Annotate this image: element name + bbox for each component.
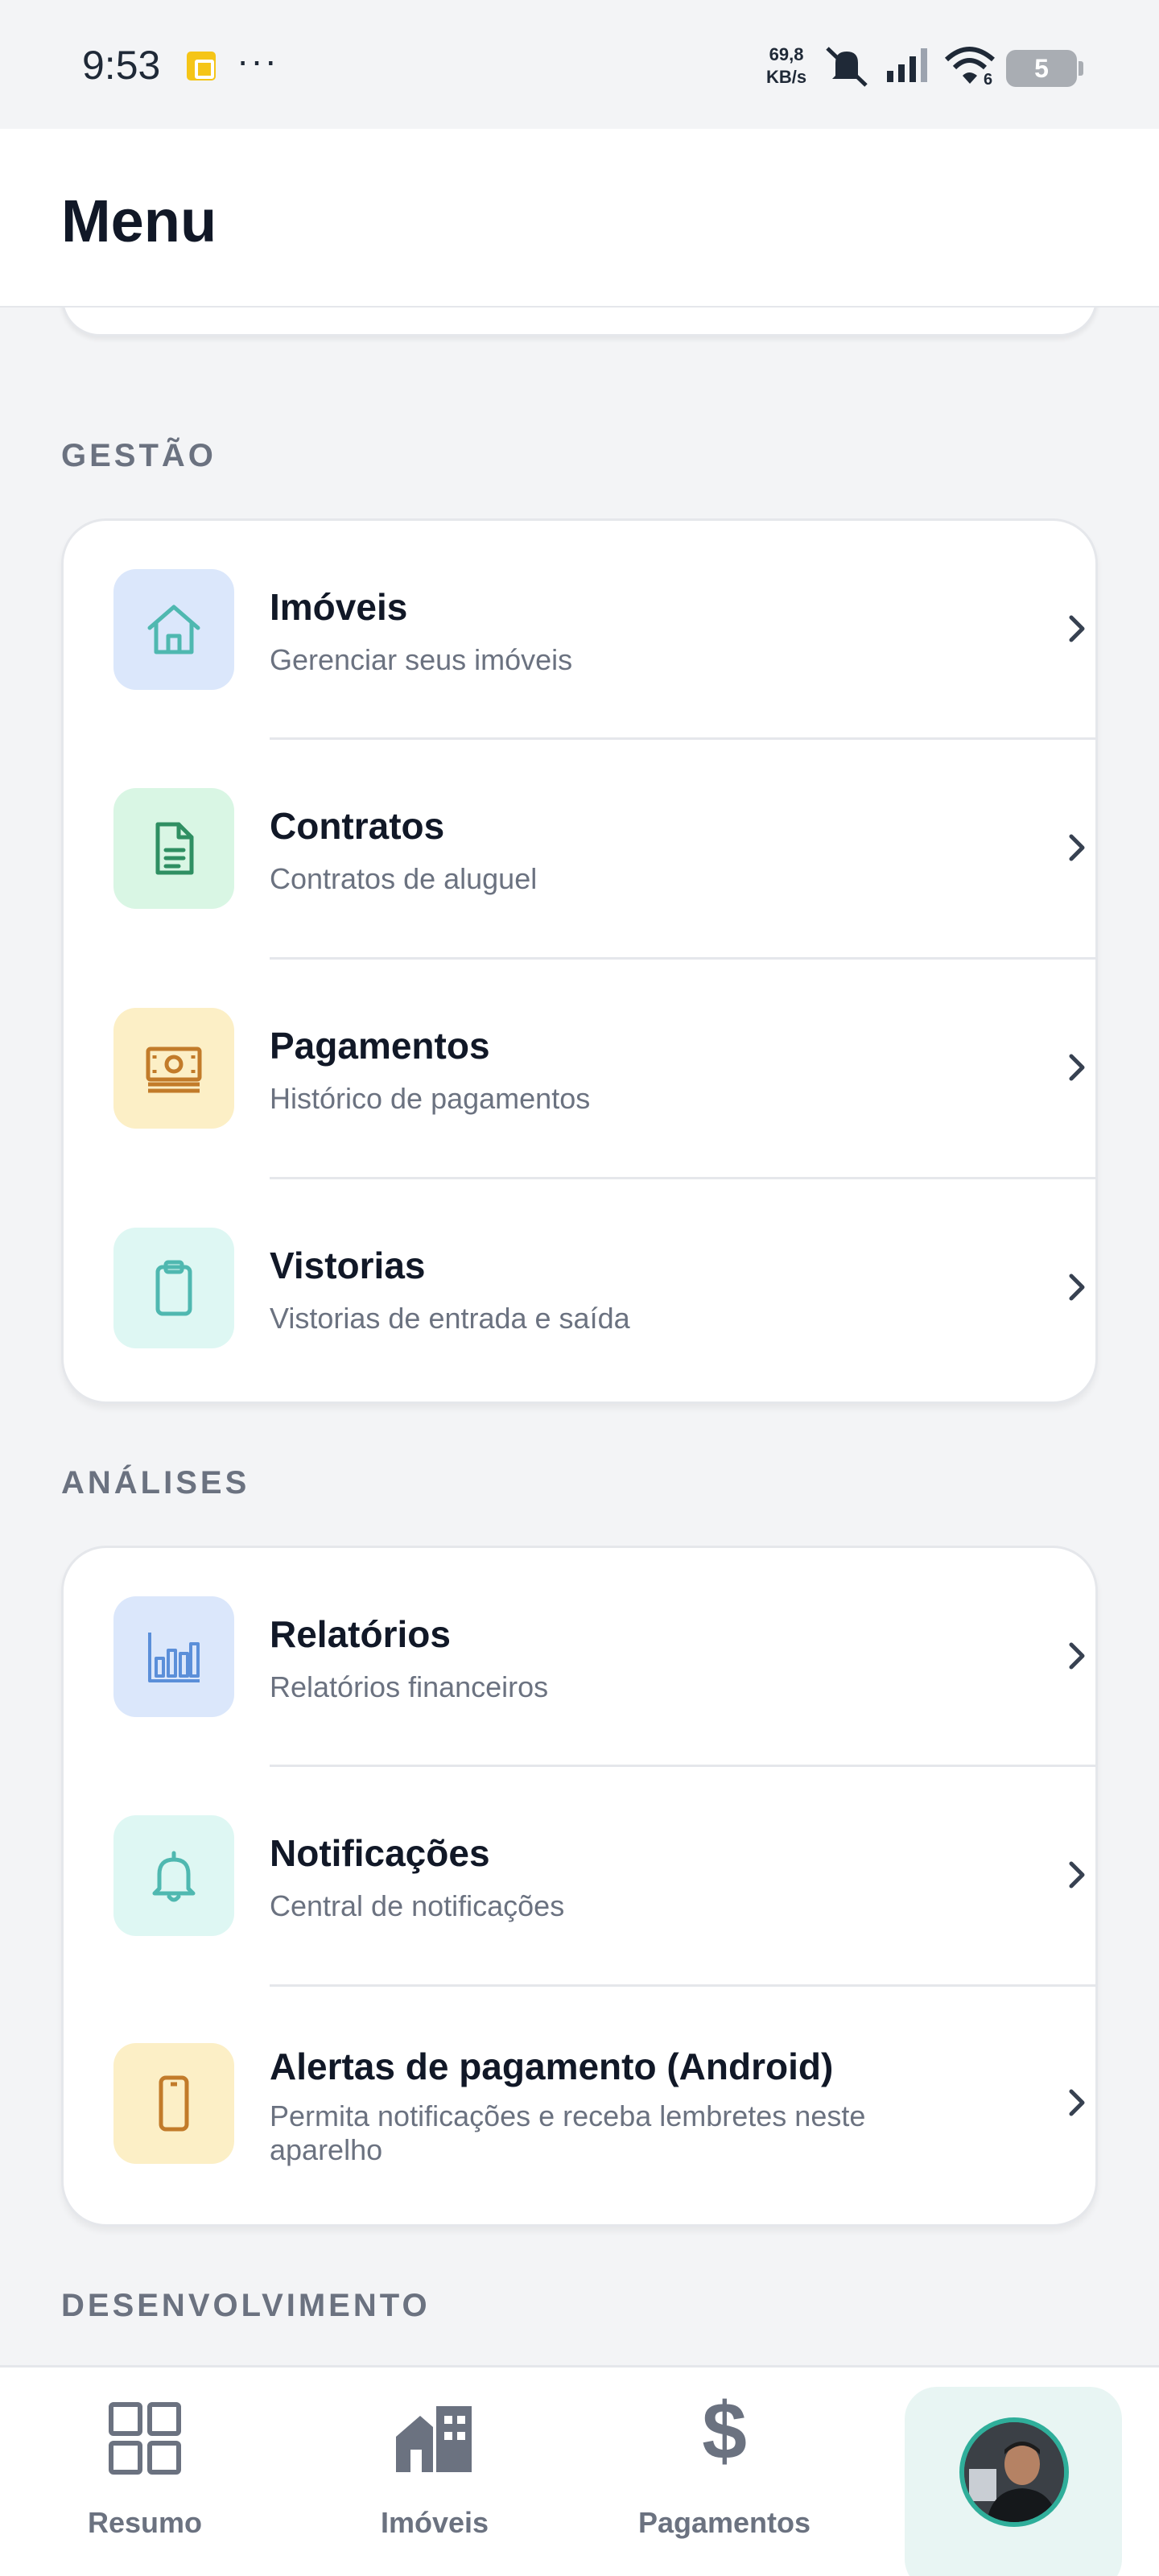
page-title: Menu [61,188,217,254]
signal-icon [887,48,927,82]
more-notifications-icon: ··· [237,39,278,81]
nav-tab-imoveis[interactable]: Imóveis [338,2368,531,2576]
menu-item-contratos[interactable]: Contratos Contratos de aluguel [64,740,1095,960]
chevron-right-icon [1069,1642,1085,1670]
clipboard-icon [113,1228,234,1348]
menu-item-vistorias[interactable]: Vistorias Vistorias de entrada e saída [64,1179,1095,1402]
chevron-right-icon [1069,1274,1085,1301]
bell-icon [113,1815,234,1936]
status-bar: 9:53 ··· 69,8 KB/s 6 5 [0,0,1159,129]
app-header: Menu [0,129,1159,308]
chevron-right-icon [1069,615,1085,642]
grid-icon [109,2402,181,2475]
card-analises: Relatórios Relatórios financeiros Notifi… [61,1546,1098,2227]
section-title-desenvolvimento: DESENVOLVIMENTO [61,2288,431,2323]
document-icon [113,788,234,909]
chevron-right-icon [1069,2089,1085,2116]
status-time: 9:53 [82,43,161,88]
menu-item-title: Notificações [270,1832,490,1874]
menu-item-title: Contratos [270,805,445,847]
menu-item-subtitle: Relatórios financeiros [270,1670,549,1703]
battery-indicator: 5 [1006,50,1083,87]
nav-label: Imóveis [380,2506,489,2539]
menu-item-subtitle: Permita notificações e receba lembretes … [270,2099,866,2166]
menu-item-title: Relatórios [270,1613,451,1655]
avatar[interactable] [959,2417,1069,2527]
section-title-gestao: GESTÃO [61,438,217,473]
menu-scroll-area[interactable]: GESTÃO Imóveis Gerenciar seus imóveis Co… [0,308,1159,2365]
nav-label: Resumo [87,2506,203,2539]
wifi-badge: 6 [984,71,993,89]
bell-muted-icon [826,47,868,87]
chevron-right-icon [1069,834,1085,861]
network-speed: 69,8 KB/s [766,43,806,89]
menu-item-subtitle: Histórico de pagamentos [270,1082,591,1115]
bottom-nav: Resumo Imóveis $ Pagamentos [0,2365,1159,2576]
network-speed-unit: KB/s [766,67,807,87]
network-speed-value: 69,8 [769,44,804,64]
chevron-right-icon [1069,1861,1085,1889]
card-gestao: Imóveis Gerenciar seus imóveis Contratos… [61,518,1098,1404]
nav-label: Pagamentos [637,2506,811,2539]
dollar-icon: $ [702,2386,747,2476]
menu-item-subtitle: Central de notificações [270,1889,565,1922]
smartphone-icon [113,2043,234,2164]
nav-tab-resumo[interactable]: Resumo [48,2368,241,2576]
buildings-icon [396,2406,472,2472]
menu-item-subtitle: Vistorias de entrada e saída [270,1302,630,1335]
section-title-analises: ANÁLISES [61,1465,250,1501]
menu-item-title: Alertas de pagamento (Android) [270,2046,834,2087]
menu-item-relatorios[interactable]: Relatórios Relatórios financeiros [64,1548,1095,1767]
nav-tab-pagamentos[interactable]: $ Pagamentos [628,2368,821,2576]
previous-card [61,308,1098,336]
house-icon [113,569,234,690]
menu-item-subtitle: Gerenciar seus imóveis [270,643,573,676]
cash-icon [113,1008,234,1129]
lock-notification-icon [187,52,216,80]
menu-item-imoveis[interactable]: Imóveis Gerenciar seus imóveis [64,521,1095,740]
menu-item-pagamentos[interactable]: Pagamentos Histórico de pagamentos [64,960,1095,1179]
menu-item-subtitle: Contratos de aluguel [270,862,538,895]
chevron-right-icon [1069,1054,1085,1081]
menu-item-alertas-pagamento[interactable]: Alertas de pagamento (Android) Permita n… [64,1987,1095,2224]
menu-item-title: Pagamentos [270,1025,490,1067]
menu-item-title: Imóveis [270,586,408,628]
bar-chart-icon [113,1596,234,1717]
menu-item-notificacoes[interactable]: Notificações Central de notificações [64,1767,1095,1987]
menu-item-title: Vistorias [270,1245,426,1286]
